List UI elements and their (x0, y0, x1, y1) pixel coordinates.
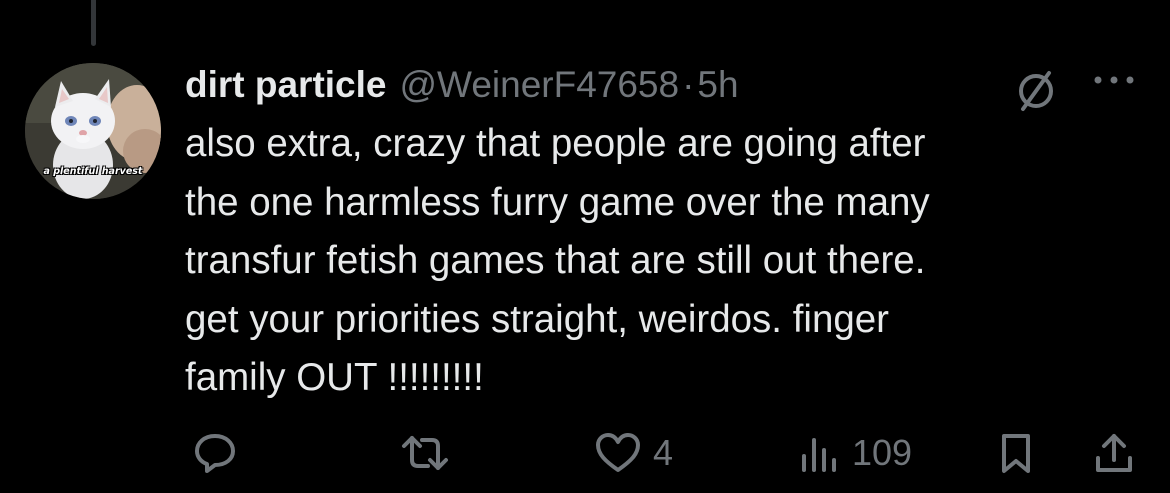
tweet-text-line: get your priorities straight, weirdos. f… (185, 297, 889, 341)
share-button[interactable] (1092, 430, 1136, 476)
view-count: 109 (852, 432, 913, 473)
views-icon (802, 438, 836, 472)
bookmark-icon (1002, 434, 1030, 473)
like-count: 4 (653, 432, 674, 473)
thread-connector-line (91, 0, 96, 46)
avatar-image (25, 63, 161, 199)
tweet-text: also extra, crazy that people are going … (185, 115, 1145, 408)
retweet-button[interactable] (400, 430, 460, 476)
reply-icon (195, 434, 235, 473)
tweet-text-line: transfur fetish games that are still out… (185, 239, 926, 282)
avatar-caption: a plentiful harvest (43, 166, 143, 177)
bookmark-button[interactable] (998, 430, 1034, 476)
tweet-text-line: the one harmless furry game over the man… (185, 180, 930, 224)
grok-icon[interactable] (1014, 69, 1058, 113)
share-icon (1096, 434, 1132, 472)
timestamp[interactable]: 5h (697, 64, 738, 106)
tweet-text-line: also extra, crazy that people are going … (185, 122, 926, 165)
like-button[interactable]: 4 (593, 430, 673, 476)
retweet-icon (402, 436, 448, 470)
tweet-header: dirt particle @WeinerF47658 · 5h (185, 58, 739, 112)
reply-button[interactable] (192, 430, 248, 476)
display-name[interactable]: dirt particle (185, 64, 387, 106)
tweet-text-line: family OUT !!!!!!!!! (185, 356, 484, 399)
action-bar: 4 109 (0, 430, 1170, 480)
more-options-icon[interactable] (1088, 67, 1140, 93)
avatar[interactable]: a plentiful harvest (25, 63, 161, 199)
views-button[interactable]: 109 (798, 430, 912, 476)
like-icon (596, 433, 640, 472)
separator-dot: · (682, 64, 695, 105)
user-handle[interactable]: @WeinerF47658 (400, 64, 680, 106)
